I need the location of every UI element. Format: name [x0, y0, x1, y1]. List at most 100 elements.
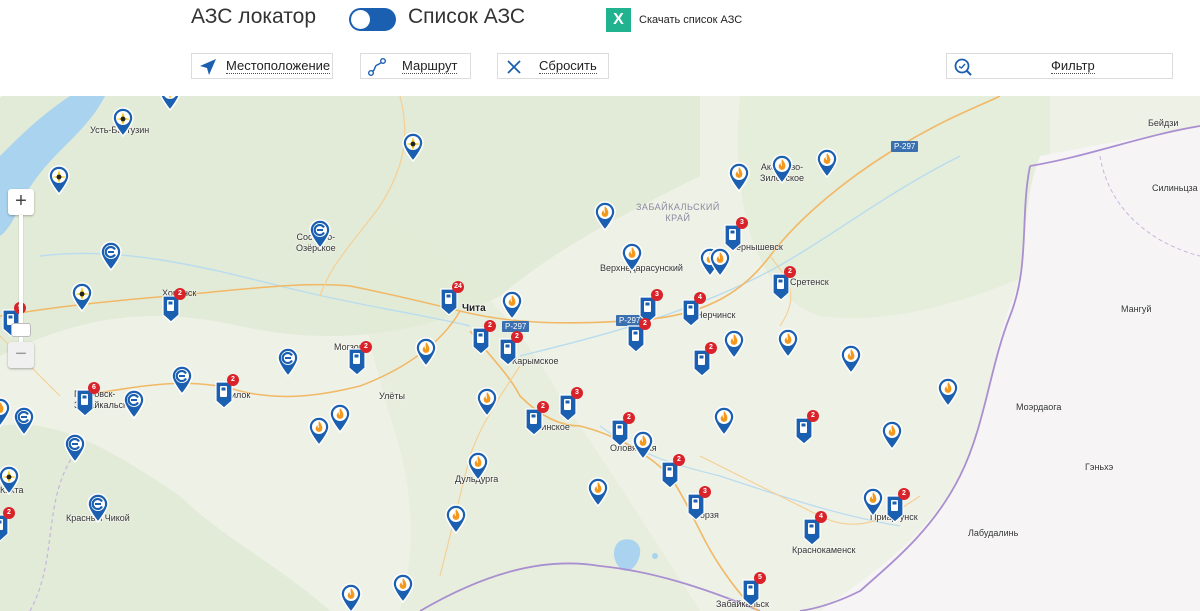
- location-button[interactable]: Местоположение: [191, 53, 333, 79]
- station-marker-e[interactable]: [308, 219, 332, 249]
- station-marker-flame[interactable]: [880, 420, 904, 450]
- station-marker-flame[interactable]: [0, 397, 12, 427]
- toggle-knob: [351, 10, 370, 29]
- station-marker-e[interactable]: [12, 406, 36, 436]
- station-flame-icon: [340, 583, 362, 611]
- station-marker-fuel[interactable]: 4: [679, 292, 706, 327]
- station-count-badge: 2: [360, 341, 372, 353]
- station-marker-flame[interactable]: [722, 329, 746, 359]
- zoom-out-button[interactable]: −: [8, 342, 34, 368]
- station-marker-fuel[interactable]: 2: [883, 488, 910, 523]
- station-flame-icon: [0, 96, 1, 97]
- station-flame-icon: [937, 377, 959, 407]
- station-marker-fuel[interactable]: 2: [624, 318, 651, 353]
- station-marker-fuel[interactable]: 2: [690, 342, 717, 377]
- station-marker-fuel[interactable]: 2: [496, 331, 523, 366]
- station-count-badge: 2: [898, 488, 910, 500]
- station-e-icon: [171, 365, 193, 395]
- station-marker-flame[interactable]: [328, 403, 352, 433]
- station-marker-flame[interactable]: [593, 201, 617, 231]
- station-e-icon: [309, 219, 331, 249]
- station-marker-rosneft[interactable]: [0, 465, 21, 495]
- station-marker-fuel[interactable]: 2: [522, 401, 549, 436]
- station-marker-flame[interactable]: [0, 96, 12, 97]
- station-marker-e[interactable]: [86, 493, 110, 523]
- excel-icon[interactable]: X: [606, 8, 631, 32]
- header: АЗС локатор Список АЗС X Скачать список …: [0, 0, 1200, 96]
- region-label: ЗАБАЙКАЛЬСКИЙ КРАЙ: [636, 202, 720, 223]
- station-flame-icon: [392, 573, 414, 603]
- station-flame-icon: [840, 344, 862, 374]
- station-flame-icon: [862, 487, 884, 517]
- station-marker-flame[interactable]: [586, 477, 610, 507]
- station-marker-flame[interactable]: [500, 290, 524, 320]
- place-label: Чита: [462, 303, 486, 314]
- station-count-badge: 2: [227, 374, 239, 386]
- station-marker-fuel[interactable]: 2: [345, 341, 372, 376]
- azs-locator-page: АЗС локатор Список АЗС X Скачать список …: [0, 0, 1200, 611]
- station-marker-flame[interactable]: [631, 430, 655, 460]
- station-marker-flame[interactable]: [727, 162, 751, 192]
- station-marker-fuel[interactable]: 3: [684, 486, 711, 521]
- station-marker-flame[interactable]: [712, 406, 736, 436]
- station-marker-flame[interactable]: [391, 573, 415, 603]
- station-marker-rosneft[interactable]: [401, 132, 425, 162]
- station-marker-flame[interactable]: [444, 504, 468, 534]
- station-count-badge: 4: [694, 292, 706, 304]
- station-marker-rosneft[interactable]: [111, 107, 135, 137]
- station-marker-fuel[interactable]: 5: [739, 572, 766, 607]
- station-marker-rosneft[interactable]: [158, 96, 182, 111]
- filter-button[interactable]: Фильтр: [946, 53, 1173, 79]
- station-count-badge: 2: [484, 320, 496, 332]
- station-marker-fuel[interactable]: 24: [437, 281, 464, 316]
- station-marker-fuel[interactable]: 4: [800, 511, 827, 546]
- station-marker-fuel[interactable]: 2: [608, 412, 635, 447]
- station-flame-icon: [501, 290, 523, 320]
- station-marker-fuel[interactable]: 2: [658, 454, 685, 489]
- station-marker-flame[interactable]: [936, 377, 960, 407]
- station-marker-rosneft[interactable]: [47, 165, 71, 195]
- station-marker-flame[interactable]: [475, 387, 499, 417]
- station-marker-fuel[interactable]: 6: [73, 382, 100, 417]
- reset-button[interactable]: Сбросить: [497, 53, 609, 79]
- station-marker-flame[interactable]: [776, 328, 800, 358]
- zoom-slider-handle[interactable]: [11, 323, 31, 337]
- station-marker-flame[interactable]: [861, 487, 885, 517]
- mode-label-list[interactable]: Список АЗС: [408, 5, 525, 29]
- station-flame-icon: [415, 337, 437, 367]
- station-marker-fuel[interactable]: 2: [769, 266, 796, 301]
- station-marker-flame[interactable]: [339, 583, 363, 611]
- station-marker-rosneft[interactable]: [70, 282, 94, 312]
- station-marker-fuel[interactable]: 2: [0, 507, 15, 542]
- station-flame-icon: [881, 420, 903, 450]
- station-marker-fuel[interactable]: 2: [469, 320, 496, 355]
- download-list-link[interactable]: Скачать список АЗС: [639, 14, 742, 26]
- station-marker-flame[interactable]: [839, 344, 863, 374]
- station-marker-e[interactable]: [99, 241, 123, 271]
- station-marker-fuel[interactable]: 2: [212, 374, 239, 409]
- mode-toggle[interactable]: [349, 8, 396, 31]
- station-marker-flame[interactable]: [708, 247, 732, 277]
- station-marker-fuel[interactable]: 2: [159, 288, 186, 323]
- station-marker-fuel[interactable]: 2: [792, 410, 819, 445]
- station-marker-flame[interactable]: [815, 148, 839, 178]
- station-marker-flame[interactable]: [770, 154, 794, 184]
- station-marker-e[interactable]: [276, 347, 300, 377]
- route-button[interactable]: Маршрут: [360, 53, 471, 79]
- station-marker-flame[interactable]: [307, 416, 331, 446]
- station-marker-flame[interactable]: [466, 451, 490, 481]
- station-marker-fuel[interactable]: 3: [556, 387, 583, 422]
- station-count-badge: 2: [705, 342, 717, 354]
- station-count-badge: 2: [174, 288, 186, 300]
- map-view[interactable]: ЗАБАЙКАЛЬСКИЙКРАЙ Р-297 Р-297 Р-297 Усть…: [0, 96, 1200, 611]
- station-marker-e[interactable]: [63, 433, 87, 463]
- station-flame-icon: [467, 451, 489, 481]
- station-marker-e[interactable]: [170, 365, 194, 395]
- zoom-in-button[interactable]: +: [8, 189, 34, 215]
- station-marker-flame[interactable]: [620, 242, 644, 272]
- station-flame-icon: [771, 154, 793, 184]
- station-marker-e[interactable]: [122, 389, 146, 419]
- mode-label-locator[interactable]: АЗС локатор: [191, 5, 316, 29]
- station-marker-flame[interactable]: [414, 337, 438, 367]
- station-count-badge: 2: [623, 412, 635, 424]
